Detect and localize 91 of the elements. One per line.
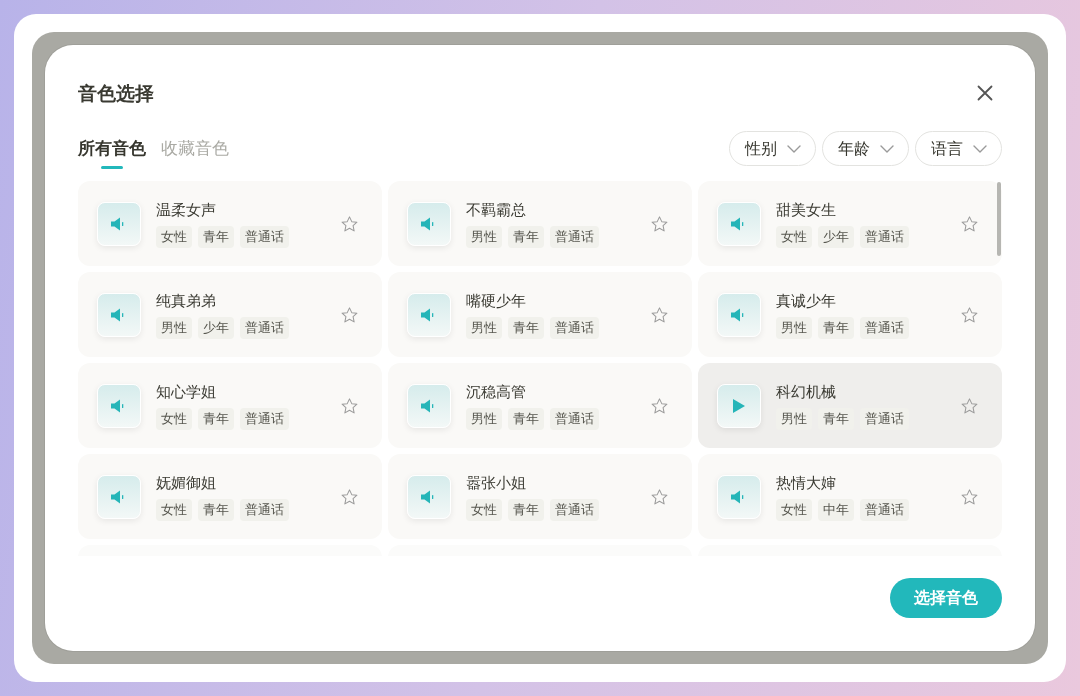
voice-name: 不羁霸总: [466, 199, 526, 220]
speaker-icon[interactable]: [717, 474, 761, 519]
voice-name: 真诚少年: [776, 290, 836, 311]
attribute-tag: 青年: [198, 225, 234, 248]
attribute-tag: 男性: [466, 407, 502, 430]
dialog-title: 音色选择: [78, 81, 154, 105]
attribute-tag: 普通话: [240, 407, 289, 430]
attribute-tag: 少年: [198, 316, 234, 339]
speaker-icon[interactable]: [717, 201, 761, 246]
attribute-tag: 普通话: [550, 316, 599, 339]
attribute-tag: 男性: [466, 316, 502, 339]
attribute-tag: 普通话: [550, 225, 599, 248]
voice-name: 嘴硬少年: [466, 290, 526, 311]
speaker-icon[interactable]: [407, 292, 451, 337]
tab[interactable]: 所有音色: [78, 136, 146, 169]
attribute-tag: 青年: [198, 498, 234, 521]
attribute-tag: 女性: [466, 498, 502, 521]
voice-name: 知心学姐: [156, 381, 216, 402]
voice-card[interactable]: 沉稳高管 男性 青年 普通话: [388, 363, 692, 448]
attribute-tag: 青年: [508, 407, 544, 430]
attribute-tag: 中年: [818, 498, 854, 521]
attribute-tag: 男性: [156, 316, 192, 339]
star-icon[interactable]: [651, 306, 668, 323]
star-icon[interactable]: [961, 397, 978, 414]
scrollbar[interactable]: [997, 182, 1001, 256]
attribute-tag: 女性: [156, 225, 192, 248]
filter-dropdown[interactable]: 年龄: [822, 131, 909, 166]
chevron-down-icon: [972, 144, 987, 153]
voice-card[interactable]: 科幻机械 男性 青年 普通话: [698, 363, 1002, 448]
voice-card[interactable]: 纯真弟弟 男性 少年 普通话: [78, 272, 382, 357]
voice-card[interactable]: 热情大婶 女性 中年 普通话: [698, 454, 1002, 539]
star-icon[interactable]: [961, 488, 978, 505]
star-icon[interactable]: [341, 488, 358, 505]
attribute-tag: 男性: [466, 225, 502, 248]
speaker-icon[interactable]: [407, 474, 451, 519]
speaker-icon[interactable]: [717, 292, 761, 337]
attribute-tag: 普通话: [240, 225, 289, 248]
star-icon[interactable]: [651, 215, 668, 232]
voice-card[interactable]: 甜美女生 女性 少年 普通话: [698, 181, 1002, 266]
attribute-tag: 女性: [776, 225, 812, 248]
speaker-icon[interactable]: [97, 383, 141, 428]
star-icon[interactable]: [651, 397, 668, 414]
chevron-down-icon: [786, 144, 801, 153]
star-icon[interactable]: [341, 306, 358, 323]
attribute-tag: 青年: [818, 316, 854, 339]
speaker-icon[interactable]: [97, 474, 141, 519]
attribute-tag: 女性: [156, 407, 192, 430]
voice-name: 甜美女生: [776, 199, 836, 220]
voice-name: 嚣张小姐: [466, 472, 526, 493]
speaker-icon[interactable]: [407, 201, 451, 246]
attribute-tag: 普通话: [860, 225, 909, 248]
voice-card[interactable]: 不羁霸总 男性 青年 普通话: [388, 181, 692, 266]
speaker-icon[interactable]: [97, 201, 141, 246]
speaker-icon[interactable]: [97, 292, 141, 337]
attribute-tag: 普通话: [860, 316, 909, 339]
voice-name: 科幻机械: [776, 381, 836, 402]
voice-name: 沉稳高管: [466, 381, 526, 402]
close-icon[interactable]: [977, 85, 993, 101]
attribute-tag: 青年: [198, 407, 234, 430]
star-icon[interactable]: [651, 488, 668, 505]
attribute-tag: 普通话: [550, 407, 599, 430]
attribute-tag: 男性: [776, 316, 812, 339]
star-icon[interactable]: [341, 397, 358, 414]
attribute-tag: 青年: [508, 225, 544, 248]
voice-card[interactable]: 知心学姐 女性 青年 普通话: [78, 363, 382, 448]
voice-name: 热情大婶: [776, 472, 836, 493]
filter-dropdown[interactable]: 性别: [729, 131, 816, 166]
attribute-tag: 女性: [156, 498, 192, 521]
play-icon[interactable]: [717, 383, 761, 428]
attribute-tag: 普通话: [550, 498, 599, 521]
attribute-tag: 普通话: [240, 316, 289, 339]
voice-card[interactable]: 真诚少年 男性 青年 普通话: [698, 272, 1002, 357]
filter-dropdown[interactable]: 语言: [915, 131, 1002, 166]
attribute-tag: 女性: [776, 498, 812, 521]
voice-name: 温柔女声: [156, 199, 216, 220]
voice-card[interactable]: 温柔女声 女性 青年 普通话: [78, 181, 382, 266]
attribute-tag: 少年: [818, 225, 854, 248]
star-icon[interactable]: [961, 306, 978, 323]
star-icon[interactable]: [341, 215, 358, 232]
voice-card[interactable]: 妩媚御姐 女性 青年 普通话: [78, 454, 382, 539]
voice-card[interactable]: 嘴硬少年 男性 青年 普通话: [388, 272, 692, 357]
star-icon[interactable]: [961, 215, 978, 232]
speaker-icon[interactable]: [407, 383, 451, 428]
attribute-tag: 普通话: [240, 498, 289, 521]
voice-name: 妩媚御姐: [156, 472, 216, 493]
voice-name: 纯真弟弟: [156, 290, 216, 311]
voice-card[interactable]: 嚣张小姐 女性 青年 普通话: [388, 454, 692, 539]
attribute-tag: 普通话: [860, 498, 909, 521]
attribute-tag: 青年: [508, 498, 544, 521]
chevron-down-icon: [879, 144, 894, 153]
attribute-tag: 青年: [508, 316, 544, 339]
